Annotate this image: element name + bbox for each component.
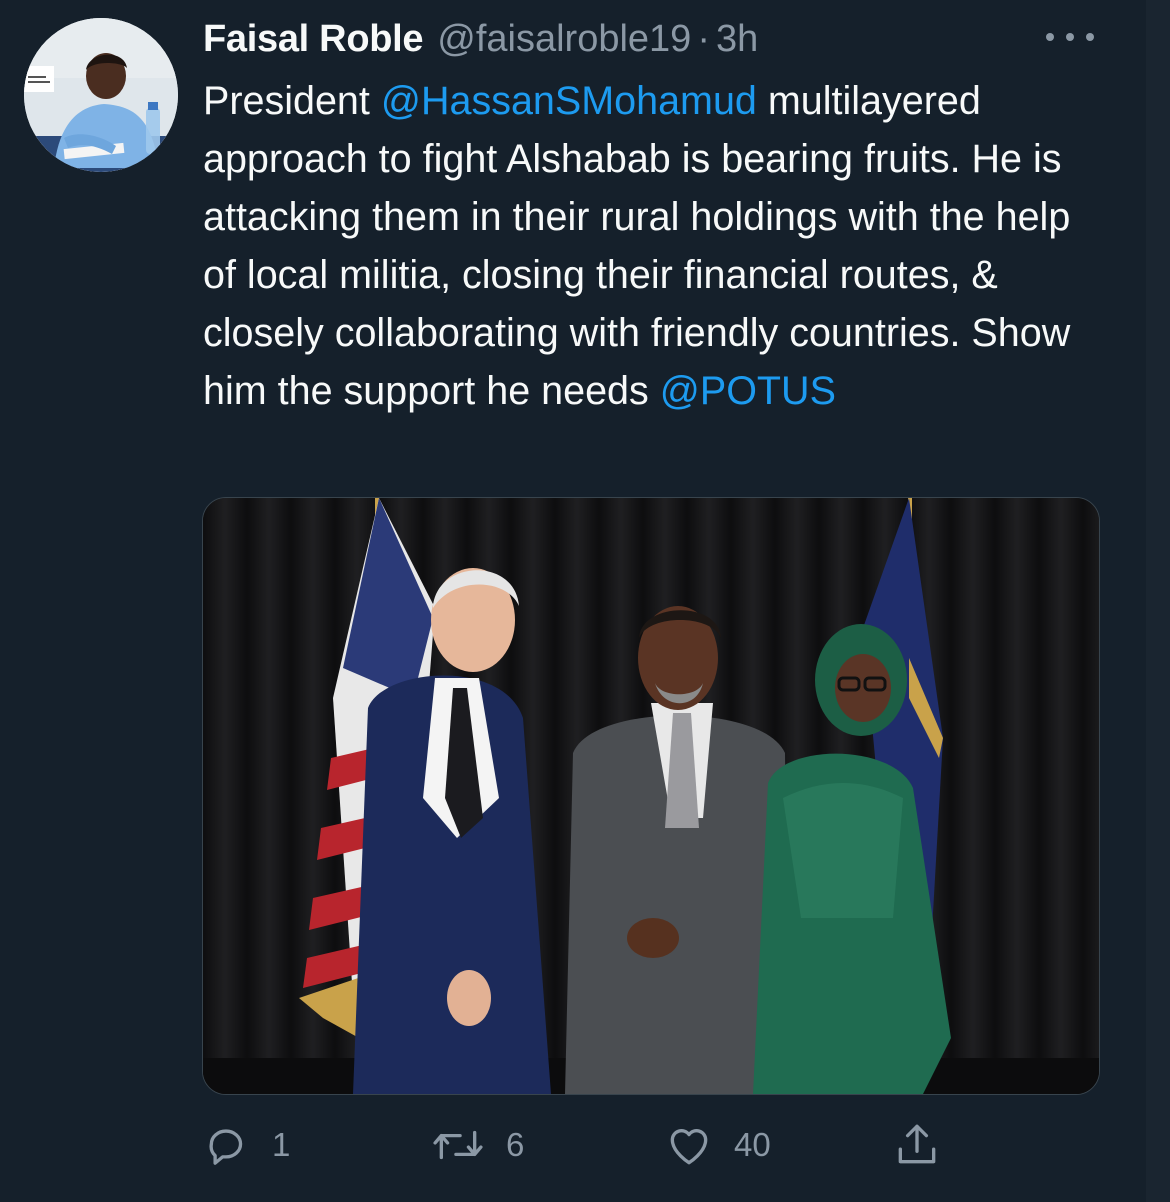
photo-image <box>203 498 1099 1094</box>
avatar-photo <box>24 18 178 172</box>
share-icon <box>898 1124 936 1164</box>
heart-icon <box>670 1129 708 1165</box>
retweet-count: 6 <box>506 1126 525 1163</box>
more-horizontal-icon[interactable] <box>1046 22 1094 52</box>
retweet-button[interactable]: 6 <box>430 1118 524 1172</box>
tweet-text-part: President <box>203 79 381 123</box>
reply-count: 1 <box>272 1126 291 1163</box>
mention-link[interactable]: @POTUS <box>660 369 836 413</box>
reply-button[interactable]: 1 <box>202 1118 290 1172</box>
avatar[interactable] <box>24 18 178 172</box>
tweet-header: Faisal Roble @faisalroble19 · 3h <box>203 14 758 64</box>
author-handle[interactable]: @faisalroble19 <box>437 18 691 61</box>
like-count: 40 <box>734 1126 771 1163</box>
tweet-text-part: multilayered approach to fight Alshabab … <box>203 79 1071 413</box>
more-dot <box>1086 33 1094 41</box>
like-button[interactable]: 40 <box>664 1118 771 1172</box>
more-dot <box>1066 33 1074 41</box>
tweet-actions: 1 6 40 <box>202 1118 962 1172</box>
separator-dot: · <box>697 17 710 60</box>
reply-icon <box>209 1129 243 1165</box>
more-dot <box>1046 33 1054 41</box>
scrollbar-track <box>1146 0 1170 1202</box>
share-button[interactable] <box>892 1118 942 1172</box>
tweet-photo[interactable] <box>202 497 1100 1095</box>
timestamp[interactable]: 3h <box>716 18 758 61</box>
retweet-icon <box>433 1130 483 1160</box>
author-name[interactable]: Faisal Roble <box>203 18 424 61</box>
mention-link[interactable]: @HassanSMohamud <box>381 79 757 123</box>
tweet-text: President @HassanSMohamud multilayered a… <box>203 72 1103 420</box>
tweet-card[interactable]: Faisal Roble @faisalroble19 · 3h Preside… <box>0 0 1146 1202</box>
